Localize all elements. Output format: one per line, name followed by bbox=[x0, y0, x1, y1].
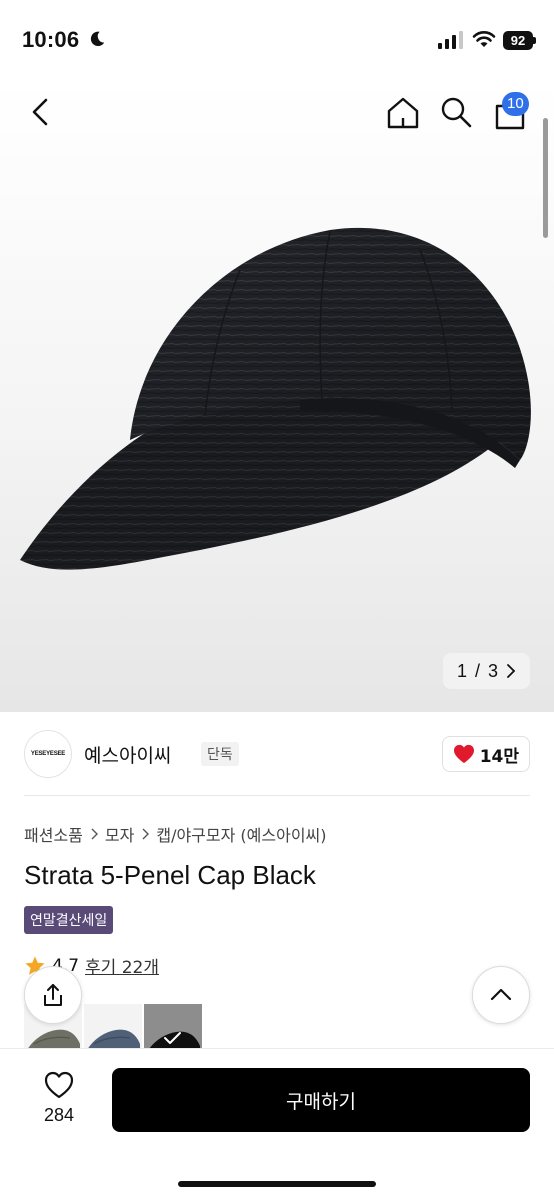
breadcrumb-item[interactable]: 캡/야구모자 (예스아이씨) bbox=[156, 822, 326, 846]
bottom-action-bar: 284 구매하기 bbox=[0, 1048, 554, 1200]
scrollbar[interactable] bbox=[543, 118, 548, 238]
wifi-icon bbox=[472, 31, 496, 47]
color-option-black-selected[interactable] bbox=[144, 1004, 202, 1048]
signal-icon bbox=[438, 31, 463, 49]
breadcrumb-item[interactable]: 패션소품 bbox=[24, 822, 83, 846]
heart-icon bbox=[453, 744, 474, 764]
wishlist-button[interactable]: 284 bbox=[30, 1071, 88, 1126]
chevron-right-icon bbox=[507, 664, 516, 678]
image-page-indicator[interactable]: 1 / 3 bbox=[442, 653, 530, 689]
search-icon[interactable] bbox=[438, 94, 474, 130]
battery-tip bbox=[533, 37, 536, 44]
battery-indicator: 92 bbox=[503, 31, 533, 50]
wishlist-count: 284 bbox=[43, 1105, 75, 1125]
share-icon bbox=[44, 984, 62, 1006]
review-count-link[interactable]: 후기 22개 bbox=[85, 953, 159, 978]
cap-black-thumbnail bbox=[149, 1031, 200, 1048]
page-total: 3 bbox=[487, 660, 498, 681]
scroll-to-top-button[interactable] bbox=[472, 966, 530, 1024]
moon-icon bbox=[90, 31, 105, 47]
breadcrumb-item[interactable]: 모자 bbox=[105, 822, 134, 846]
brand-row: YESEYESEE 예스아이씨 단독 14만 bbox=[24, 728, 530, 780]
cart-count-badge: 10 bbox=[502, 92, 529, 116]
back-icon[interactable] bbox=[24, 94, 60, 130]
page-current: 1 bbox=[456, 660, 467, 681]
status-time: 10:06 bbox=[22, 27, 80, 52]
color-option-navy[interactable] bbox=[84, 1004, 142, 1048]
status-bar: 10:06 92 bbox=[0, 0, 554, 80]
product-title: Strata 5-Penel Cap Black bbox=[24, 860, 316, 890]
sale-badge: 연말결산세일 bbox=[24, 906, 114, 934]
product-image-cap bbox=[20, 227, 531, 570]
home-icon[interactable] bbox=[384, 94, 422, 132]
product-image-gallery[interactable]: 10 1 / 3 bbox=[0, 80, 554, 712]
chevron-up-icon bbox=[490, 988, 512, 1001]
brand-like-button[interactable]: 14만 bbox=[441, 736, 530, 772]
brand-like-count: 14만 bbox=[479, 746, 519, 767]
share-button[interactable] bbox=[24, 966, 82, 1024]
page-separator: / bbox=[474, 660, 480, 681]
chevron-right-icon bbox=[142, 828, 150, 840]
heart-outline-icon bbox=[44, 1071, 74, 1099]
divider bbox=[24, 795, 530, 796]
buy-button[interactable]: 구매하기 bbox=[112, 1068, 530, 1132]
chevron-right-icon bbox=[91, 828, 98, 840]
home-indicator bbox=[178, 1181, 376, 1187]
breadcrumb: 패션소품 모자 캡/야구모자 (예스아이씨) bbox=[24, 822, 327, 846]
brand-logo[interactable]: YESEYESEE bbox=[24, 730, 72, 778]
exclusive-tag: 단독 bbox=[201, 742, 239, 766]
brand-logo-text: YESEYESEE bbox=[30, 751, 66, 757]
cap-navy-thumbnail bbox=[88, 1029, 140, 1048]
brand-name[interactable]: 예스아이씨 bbox=[84, 741, 171, 768]
